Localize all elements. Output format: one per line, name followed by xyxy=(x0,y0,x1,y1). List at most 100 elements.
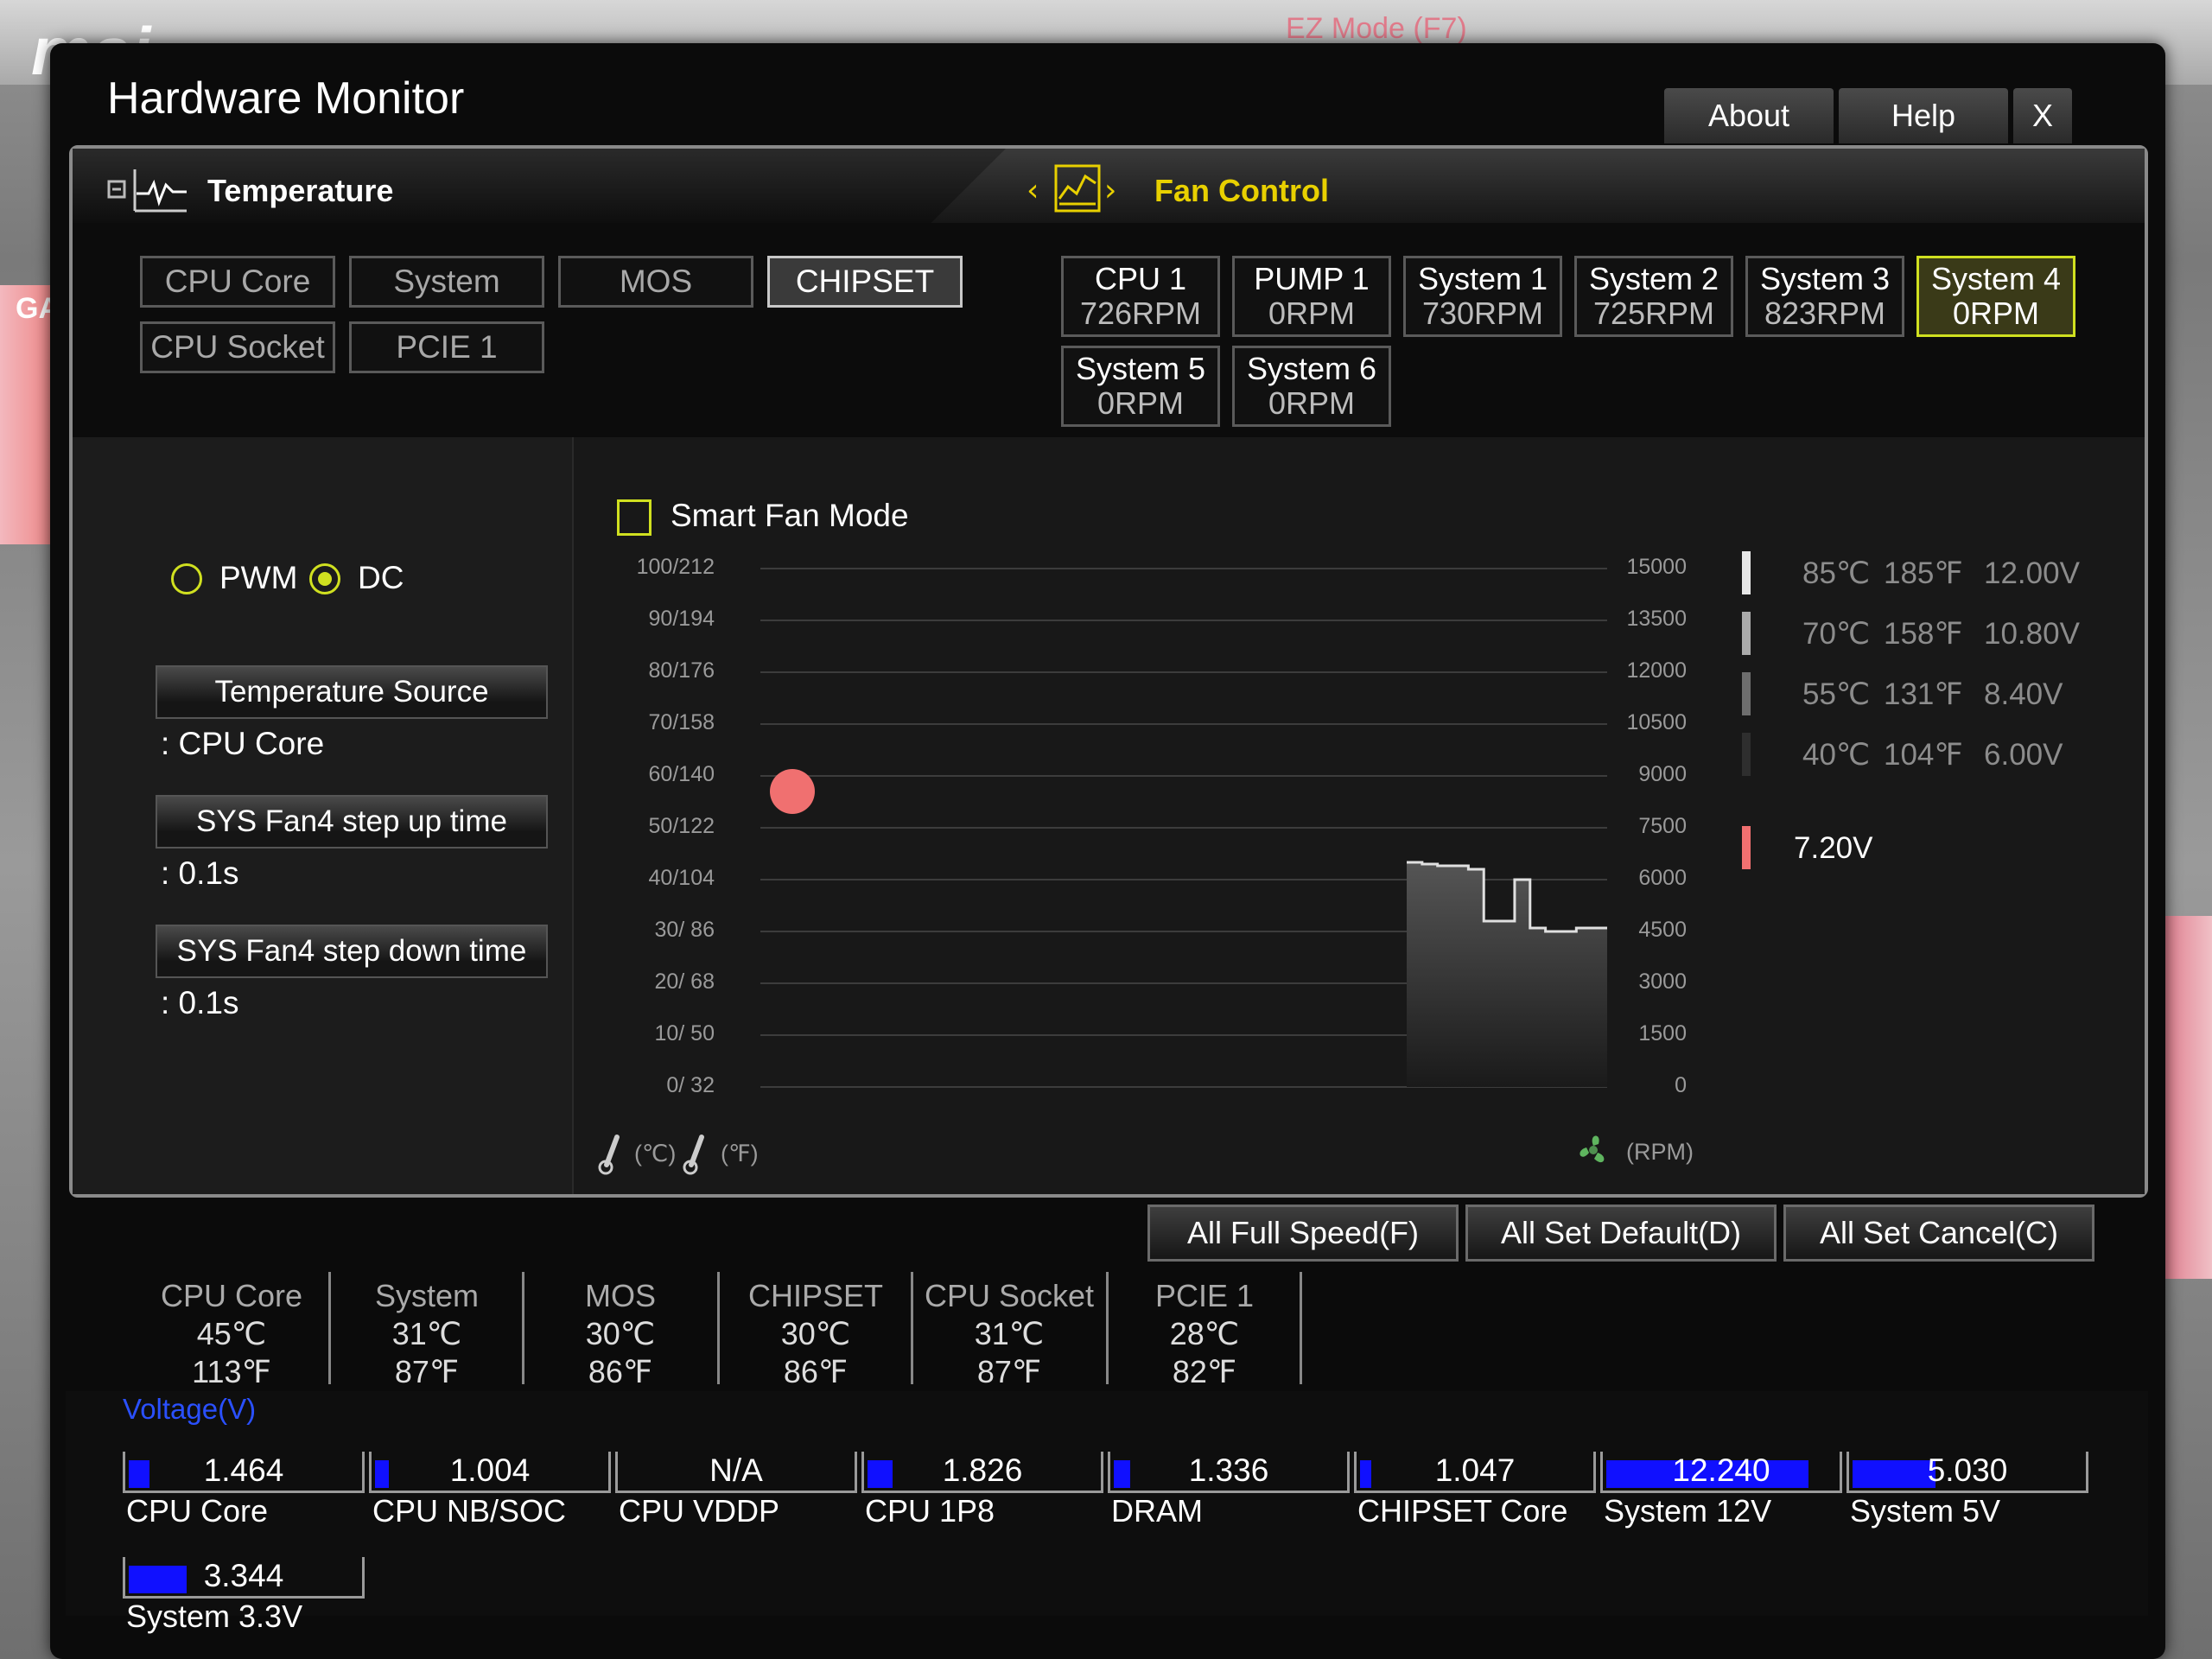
temp-button-pcie1[interactable]: PCIE 1 xyxy=(349,321,544,373)
current-voltage-bar xyxy=(1742,826,1751,869)
step-up-time-button[interactable]: SYS Fan4 step up time xyxy=(156,795,548,849)
legend-temp-f: 158℉ xyxy=(1884,617,1963,651)
temp-name: CPU Core xyxy=(160,1278,303,1313)
all-set-cancel-button[interactable]: All Set Cancel(C) xyxy=(1783,1205,2094,1262)
voltage-bar: 5.030 xyxy=(1847,1452,2088,1493)
temp-name: CHIPSET xyxy=(747,1278,884,1313)
temp-button-chipset[interactable]: CHIPSET xyxy=(767,256,963,308)
left-tick-label: 70/158 xyxy=(648,710,715,734)
temp-readout-mos: MOS 30℃ 86℉ xyxy=(525,1277,715,1391)
background-panel-right xyxy=(2164,916,2212,1279)
close-button[interactable]: X xyxy=(2013,88,2072,143)
voltage-value: 1.464 xyxy=(203,1452,284,1488)
voltage-value: 1.336 xyxy=(1188,1452,1269,1488)
fan-button-pump1[interactable]: PUMP 1 0RPM xyxy=(1232,256,1391,337)
voltage-name: CHIPSET Core xyxy=(1357,1493,1568,1529)
step-down-time-button[interactable]: SYS Fan4 step down time xyxy=(156,925,548,978)
voltage-bar: 1.047 xyxy=(1354,1452,1596,1493)
temp-name: PCIE 1 xyxy=(1154,1278,1255,1313)
voltage-name: System 3.3V xyxy=(126,1599,303,1634)
voltage-bar: 12.240 xyxy=(1600,1452,1842,1493)
legend-temp-f: 131℉ xyxy=(1884,677,1963,711)
legend-temp-c: 40℃ xyxy=(1802,738,1871,772)
temp-readout-chipset: CHIPSET 30℃ 86℉ xyxy=(721,1277,911,1391)
help-button[interactable]: Help xyxy=(1839,88,2008,143)
legend-voltage: 6.00V xyxy=(1984,738,2063,772)
fan-curve-chart[interactable] xyxy=(752,553,1616,1106)
temp-name: MOS xyxy=(584,1278,656,1313)
about-button[interactable]: About xyxy=(1664,88,1834,143)
temp-button-system[interactable]: System xyxy=(349,256,544,308)
fan-name: System 5 xyxy=(1075,351,1206,386)
all-set-default-button[interactable]: All Set Default(D) xyxy=(1465,1205,1777,1262)
voltage-value: 3.344 xyxy=(203,1558,284,1593)
pwm-radio[interactable] xyxy=(171,563,202,594)
thermometer-celsius-icon xyxy=(598,1135,620,1175)
right-tick-label: 13500 xyxy=(1626,607,1687,631)
left-tick-label: 90/194 xyxy=(648,607,715,631)
fan-rpm: 823RPM xyxy=(1764,296,1886,331)
temp-button-cpu-core[interactable]: CPU Core xyxy=(140,256,335,308)
fan-name: System 2 xyxy=(1588,261,1719,296)
temperature-source-button[interactable]: Temperature Source xyxy=(156,665,548,719)
fahrenheit-label: (℉) xyxy=(721,1141,759,1166)
fan-button-system1[interactable]: System 1 730RPM xyxy=(1403,256,1562,337)
fan-button-system6[interactable]: System 6 0RPM xyxy=(1232,346,1391,427)
smart-fan-checkbox[interactable] xyxy=(617,499,652,536)
right-tick-label: 12000 xyxy=(1626,658,1687,683)
temp-c: 30℃ xyxy=(780,1316,851,1351)
legend-bar-55 xyxy=(1742,672,1751,715)
temp-button-cpu-socket[interactable]: CPU Socket xyxy=(140,321,335,373)
temp-c: 45℃ xyxy=(196,1316,267,1351)
dc-radio[interactable] xyxy=(309,563,340,594)
temp-name: System xyxy=(374,1278,480,1313)
legend-temp-c: 55℃ xyxy=(1802,677,1871,711)
all-full-speed-button[interactable]: All Full Speed(F) xyxy=(1147,1205,1459,1262)
voltage-value: 1.047 xyxy=(1434,1452,1516,1488)
temp-button-mos[interactable]: MOS xyxy=(558,256,753,308)
voltage-name: CPU NB/SOC xyxy=(372,1493,567,1529)
dc-label: DC xyxy=(358,560,404,595)
voltage-bar: 1.336 xyxy=(1108,1452,1350,1493)
fan-button-system4[interactable]: System 4 0RPM xyxy=(1916,256,2075,337)
pwm-label: PWM xyxy=(219,560,298,595)
window-title: Hardware Monitor xyxy=(107,73,465,124)
temp-readout-system: System 31℃ 87℉ xyxy=(332,1277,522,1391)
fan-icon xyxy=(1580,1135,1605,1163)
right-tick-label: 6000 xyxy=(1638,866,1687,890)
fan-rpm: 0RPM xyxy=(1952,296,2040,331)
temp-f: 113℉ xyxy=(192,1354,271,1389)
fan-button-system2[interactable]: System 2 725RPM xyxy=(1574,256,1733,337)
svg-text:›: › xyxy=(1104,173,1116,208)
temp-f: 82℉ xyxy=(1172,1354,1237,1389)
right-tick-label: 3000 xyxy=(1638,969,1687,994)
fan-name: CPU 1 xyxy=(1094,261,1187,296)
left-tick-label: 40/104 xyxy=(648,866,715,890)
voltage-name: System 5V xyxy=(1850,1493,2001,1529)
thermometer-fahrenheit-icon xyxy=(683,1135,704,1175)
legend-voltage: 8.40V xyxy=(1984,677,2063,711)
fan-name: System 1 xyxy=(1417,261,1548,296)
current-voltage-value: 7.20V xyxy=(1794,831,1873,865)
divider xyxy=(717,1272,720,1384)
temp-readout-pcie1: PCIE 1 28℃ 82℉ xyxy=(1109,1277,1300,1391)
tab-temperature-label[interactable]: Temperature xyxy=(207,173,393,209)
fan-control-icon[interactable]: ‹ › xyxy=(1027,161,1122,218)
fan-button-system5[interactable]: System 5 0RPM xyxy=(1061,346,1220,427)
current-temperature-point[interactable] xyxy=(770,769,815,814)
divider xyxy=(1300,1272,1302,1384)
fan-button-cpu1[interactable]: CPU 1 726RPM xyxy=(1061,256,1220,337)
legend-bar-40 xyxy=(1742,733,1751,776)
ez-mode-button[interactable]: EZ Mode (F7) xyxy=(1286,12,1467,46)
step-down-time-value: : 0.1s xyxy=(161,985,239,1020)
fan-button-system3[interactable]: System 3 823RPM xyxy=(1745,256,1904,337)
legend-bar-85 xyxy=(1742,551,1751,594)
right-tick-label: 1500 xyxy=(1638,1021,1687,1046)
voltage-value: 5.030 xyxy=(1927,1452,2008,1488)
legend-temp-c: 85℃ xyxy=(1802,556,1871,590)
temp-c: 30℃ xyxy=(585,1316,656,1351)
right-tick-label: 4500 xyxy=(1638,918,1687,942)
left-tick-label: 60/140 xyxy=(648,762,715,786)
legend-voltage: 12.00V xyxy=(1984,556,2080,590)
tab-fan-control-label[interactable]: Fan Control xyxy=(1154,173,1329,209)
